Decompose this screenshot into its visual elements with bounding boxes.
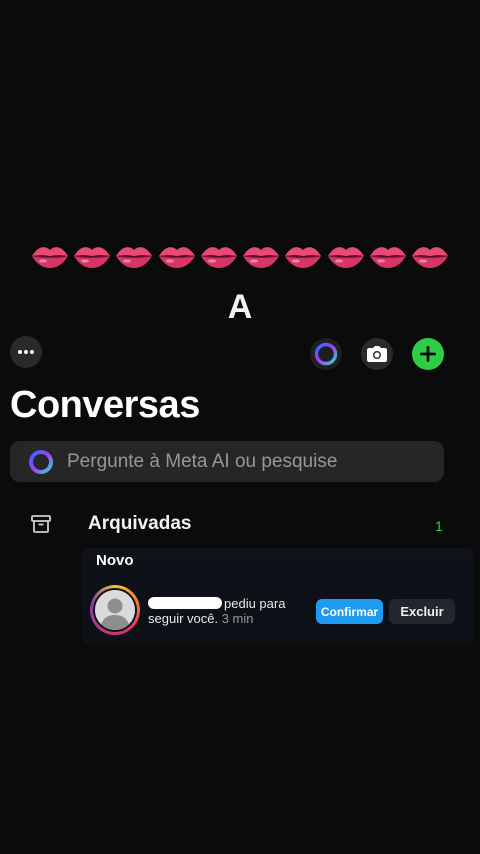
page-title: Conversas bbox=[10, 384, 200, 426]
archived-label: Arquivadas bbox=[88, 513, 192, 534]
big-letter-caption: A bbox=[227, 288, 253, 326]
confirm-button[interactable]: Confirmar bbox=[316, 599, 383, 624]
meta-ai-icon bbox=[314, 342, 338, 366]
meta-ai-button[interactable] bbox=[310, 338, 342, 370]
request-text-line1: pediu para bbox=[224, 596, 286, 611]
lips-emoji-icon bbox=[327, 247, 364, 268]
request-text-part2: seguir você. bbox=[148, 611, 219, 626]
archived-row[interactable]: Arquivadas 1 bbox=[0, 506, 480, 546]
lips-emoji-icon bbox=[200, 247, 237, 268]
section-title: Novo bbox=[96, 552, 134, 569]
default-avatar-icon bbox=[95, 590, 135, 630]
follow-request-panel: Novo pediu para seguir você. 3 min Confi… bbox=[82, 548, 474, 644]
lips-emoji-icon bbox=[116, 247, 153, 268]
avatar-ring-gap bbox=[93, 588, 137, 632]
more-icon bbox=[18, 350, 34, 354]
avatar[interactable] bbox=[90, 585, 140, 635]
more-options-button[interactable] bbox=[10, 336, 42, 368]
emoji-row bbox=[30, 236, 450, 276]
new-message-button[interactable] bbox=[412, 338, 444, 370]
camera-icon bbox=[367, 346, 387, 362]
lips-emoji-icon bbox=[369, 247, 406, 268]
delete-button[interactable]: Excluir bbox=[389, 599, 455, 624]
plus-icon bbox=[420, 346, 436, 362]
camera-button[interactable] bbox=[361, 338, 393, 370]
search-bar[interactable] bbox=[10, 441, 444, 482]
archive-icon bbox=[31, 515, 51, 533]
lips-emoji-icon bbox=[243, 247, 280, 268]
search-input[interactable] bbox=[67, 450, 427, 473]
lips-emoji-icon bbox=[74, 247, 111, 268]
request-time: 3 min bbox=[221, 611, 254, 626]
request-text-line2: seguir você. 3 min bbox=[148, 611, 254, 626]
meta-ai-search-icon bbox=[29, 449, 53, 474]
redacted-username bbox=[148, 597, 222, 609]
lips-emoji-icon bbox=[158, 247, 195, 268]
archived-count-badge: 1 bbox=[435, 518, 443, 534]
lips-emoji-icon bbox=[285, 247, 322, 268]
lips-emoji-icon bbox=[32, 247, 68, 268]
lips-emoji-icon bbox=[411, 247, 448, 268]
